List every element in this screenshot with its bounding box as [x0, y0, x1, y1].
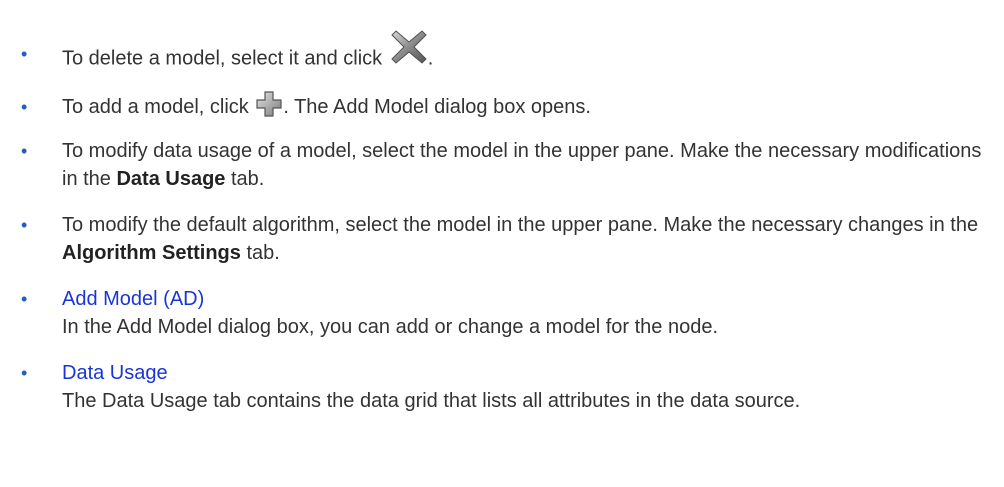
item-text-after: . — [427, 47, 434, 70]
item-text: To add a model, click . The Add Model di… — [62, 91, 1000, 121]
delete-x-icon — [390, 28, 428, 66]
add-model-link[interactable]: Add Model (AD) — [62, 288, 204, 310]
item-text-bold: Algorithm Settings — [62, 242, 241, 264]
item-text-after: tab. — [240, 242, 280, 264]
bullet: • — [21, 215, 28, 235]
data-usage-link[interactable]: Data Usage — [62, 362, 168, 384]
bullet: • — [21, 363, 28, 383]
item-text: To modify data usage of a model, select … — [62, 137, 1000, 193]
item-text: Add Model (AD) In the Add Model dialog b… — [62, 285, 1000, 341]
item-text-after: tab. — [225, 168, 265, 190]
item-text-before: To add a model, click — [62, 96, 255, 118]
item-text-before: To delete a model, select it and click — [62, 47, 388, 70]
link-description: In the Add Model dialog box, you can add… — [62, 316, 719, 338]
bullet: • — [21, 289, 28, 309]
item-text: Data Usage The Data Usage tab contains t… — [62, 359, 1000, 415]
bullet: • — [21, 44, 28, 64]
link-description: The Data Usage tab contains the data gri… — [62, 390, 801, 412]
item-text-before: To modify the default algorithm, select … — [62, 214, 979, 236]
bullet: • — [21, 141, 28, 161]
item-text: To delete a model, select it and click . — [62, 30, 1000, 78]
bullet: • — [21, 97, 28, 117]
item-text-bold: Data Usage — [116, 168, 226, 190]
item-text-after: . The Add Model dialog box opens. — [283, 96, 591, 118]
item-text: To modify the default algorithm, select … — [62, 211, 1000, 267]
add-plus-icon — [256, 91, 282, 117]
